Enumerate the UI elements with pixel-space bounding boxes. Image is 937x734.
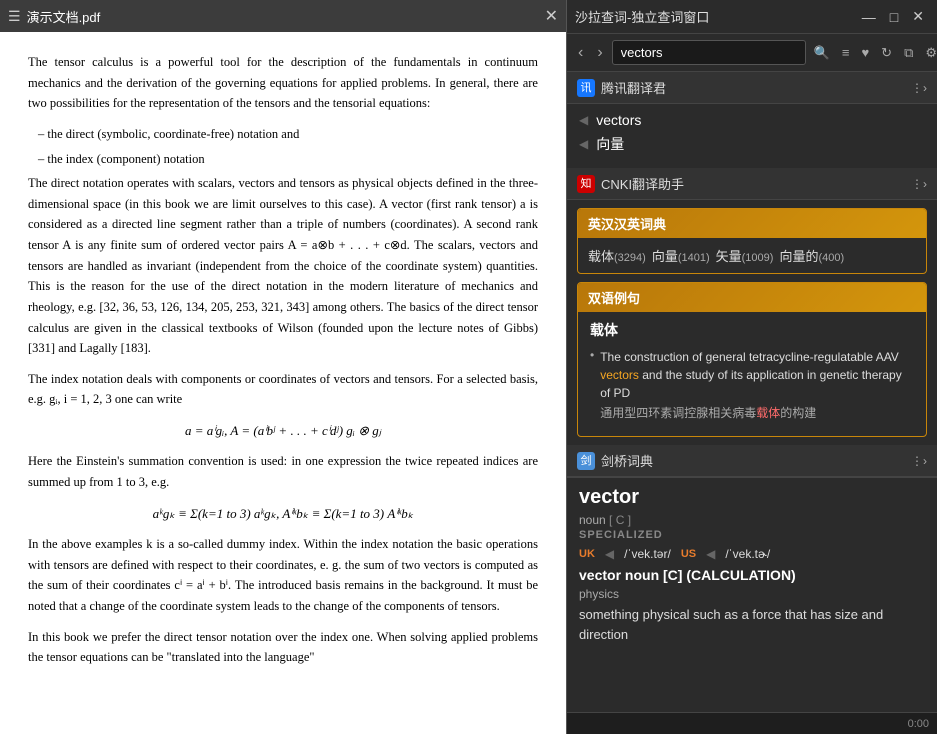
pdf-math-1: a = aⁱgᵢ, A = (aⁱbʲ + . . . + cⁱdʲ) gᵢ ⊗… bbox=[28, 420, 538, 441]
dict-toolbar: ‹ › 🔍 ≡ ♥ ↻ ⧉ ⚙ bbox=[567, 34, 937, 72]
status-time: 0:00 bbox=[908, 718, 929, 730]
highlight-zaiti: 载体 bbox=[756, 406, 780, 420]
pdf-para-3: The index notation deals with components… bbox=[28, 369, 538, 410]
cambridge-pos: noun [ C ] bbox=[579, 513, 925, 527]
tencent-en-row: ◀ vectors bbox=[579, 112, 925, 128]
bilingual-content: 载体 • The construction of general tetracy… bbox=[578, 312, 926, 436]
dict-panel: 沙拉查词-独立查词窗口 — □ ✕ ‹ › 🔍 ≡ ♥ ↻ ⧉ ⚙ 讯 腾讯翻译… bbox=[567, 0, 937, 734]
pdf-para-1: The tensor calculus is a powerful tool f… bbox=[28, 52, 538, 114]
tencent-section-title: 腾讯翻译君 bbox=[601, 78, 911, 97]
pdf-title: 演示文档.pdf bbox=[27, 7, 539, 26]
bilingual-main-word: 载体 bbox=[590, 320, 914, 340]
tencent-section-header: 讯 腾讯翻译君 ⋮ › bbox=[567, 72, 937, 104]
tencent-en-speaker-icon[interactable]: ◀ bbox=[579, 113, 588, 127]
bilingual-header: 双语例句 bbox=[578, 283, 926, 312]
dict-close-button[interactable]: ✕ bbox=[907, 6, 929, 27]
uk-pron-label: UK bbox=[579, 548, 595, 560]
tencent-en-word: vectors bbox=[596, 112, 641, 128]
menu-icon-btn[interactable]: ≡ bbox=[838, 43, 854, 63]
bullet-icon: • bbox=[590, 348, 594, 422]
cnki-dict-box: 英汉汉英词典 载体(3294) 向量(1401) 矢量(1009) 向量的(40… bbox=[577, 208, 927, 274]
us-pron-label: US bbox=[681, 548, 696, 560]
bilingual-title: 双语例句 bbox=[588, 291, 640, 306]
bilingual-box: 双语例句 载体 • The construction of general te… bbox=[577, 282, 927, 437]
favorite-icon-btn[interactable]: ♥ bbox=[857, 43, 873, 63]
cambridge-word: vector bbox=[579, 486, 925, 509]
cambridge-subject: physics bbox=[579, 587, 925, 601]
pdf-para-5: In the above examples k is a so-called d… bbox=[28, 534, 538, 617]
cnki-entry-xiangliang[interactable]: 向量(1401) bbox=[652, 246, 710, 265]
us-ipa: /ˈvek.tɚ/ bbox=[725, 547, 770, 561]
us-speaker-icon[interactable]: ◀ bbox=[706, 547, 715, 561]
uk-ipa: /ˈvek.tər/ bbox=[624, 547, 671, 561]
pdf-para-6: In this book we prefer the direct tensor… bbox=[28, 627, 538, 668]
highlight-vectors: vectors bbox=[600, 368, 639, 382]
uk-pron-row: UK ◀ /ˈvek.tər/ US ◀ /ˈvek.tɚ/ bbox=[579, 547, 925, 561]
pdf-panel: ☰ 演示文档.pdf ✕ The tensor calculus is a po… bbox=[0, 0, 567, 734]
bilingual-en-text: The construction of general tetracycline… bbox=[600, 348, 914, 402]
pdf-math-2: aᵏgₖ ≡ Σ(k=1 to 3) aᵏgₖ, Aⁱᵏbₖ ≡ Σ(k=1 t… bbox=[28, 503, 538, 524]
cnki-dict-header: 英汉汉英词典 bbox=[578, 209, 926, 238]
cnki-entries: 载体(3294) 向量(1401) 矢量(1009) 向量的(400) bbox=[578, 238, 926, 273]
pdf-item-1: – the direct (symbolic, coordinate-free)… bbox=[28, 124, 538, 145]
cnki-collapse-icon[interactable]: › bbox=[923, 177, 927, 191]
back-button[interactable]: ‹ bbox=[573, 42, 588, 64]
pdf-para-4: Here the Einstein's summation convention… bbox=[28, 451, 538, 492]
copy-icon-btn[interactable]: ⧉ bbox=[900, 43, 917, 63]
cambridge-section: vector noun [ C ] SPECIALIZED UK ◀ /ˈvek… bbox=[567, 477, 937, 652]
uk-speaker-icon[interactable]: ◀ bbox=[605, 547, 614, 561]
dict-scroll-area[interactable]: 讯 腾讯翻译君 ⋮ › ◀ vectors ◀ 向量 知 CNKI翻译助手 ⋮ … bbox=[567, 72, 937, 712]
tencent-expand-icon[interactable]: ⋮ bbox=[911, 81, 923, 95]
settings-icon-btn[interactable]: ⚙ bbox=[921, 43, 937, 63]
pdf-item-2: – the index (component) notation bbox=[28, 149, 538, 170]
status-bar: 0:00 bbox=[567, 712, 937, 734]
pos-label: noun bbox=[579, 513, 606, 527]
cambridge-full-entry: vector noun [C] (CALCULATION) bbox=[579, 567, 925, 583]
cambridge-section-title: 剑桥词典 bbox=[601, 451, 911, 470]
cambridge-section-header: 剑 剑桥词典 ⋮ › bbox=[567, 445, 937, 477]
cnki-entry-zaiti[interactable]: 载体(3294) bbox=[588, 246, 646, 265]
bilingual-item: • The construction of general tetracycli… bbox=[590, 348, 914, 422]
dict-titlebar: 沙拉查词-独立查词窗口 — □ ✕ bbox=[567, 0, 937, 34]
pdf-close-button[interactable]: ✕ bbox=[545, 6, 558, 26]
hamburger-icon[interactable]: ☰ bbox=[8, 8, 21, 25]
tencent-zh-word: 向量 bbox=[596, 134, 624, 154]
tencent-result: ◀ vectors ◀ 向量 bbox=[567, 104, 937, 168]
refresh-icon-btn[interactable]: ↻ bbox=[877, 43, 896, 63]
cnki-entry-shiliang[interactable]: 矢量(1009) bbox=[716, 246, 774, 265]
cambridge-tag: SPECIALIZED bbox=[579, 529, 925, 541]
forward-button[interactable]: › bbox=[592, 42, 607, 64]
tencent-collapse-icon[interactable]: › bbox=[923, 81, 927, 95]
cnki-logo-icon: 知 bbox=[577, 175, 595, 193]
cnki-entry-xiangliangde[interactable]: 向量的(400) bbox=[779, 246, 844, 265]
dict-title: 沙拉查词-独立查词窗口 bbox=[575, 7, 853, 26]
pdf-content: The tensor calculus is a powerful tool f… bbox=[0, 32, 566, 734]
dict-minimize-button[interactable]: — bbox=[857, 7, 881, 27]
cambridge-collapse-icon[interactable]: › bbox=[923, 454, 927, 468]
cnki-section-header: 知 CNKI翻译助手 ⋮ › bbox=[567, 168, 937, 200]
bilingual-zh-text: 通用型四环素调控腺相关病毒载体的构建 bbox=[600, 404, 914, 422]
cambridge-definition: something physical such as a force that … bbox=[579, 605, 925, 644]
tencent-logo-icon: 讯 bbox=[577, 79, 595, 97]
dict-toolbar-icons: 🔍 ≡ ♥ ↻ ⧉ ⚙ bbox=[810, 43, 937, 63]
pdf-titlebar: ☰ 演示文档.pdf ✕ bbox=[0, 0, 566, 32]
cnki-section-title: CNKI翻译助手 bbox=[601, 174, 911, 193]
tencent-zh-row: ◀ 向量 bbox=[579, 134, 925, 154]
pdf-para-2: The direct notation operates with scalar… bbox=[28, 173, 538, 359]
search-icon-btn[interactable]: 🔍 bbox=[810, 43, 834, 63]
cambridge-expand-icon[interactable]: ⋮ bbox=[911, 454, 923, 468]
tencent-zh-speaker-icon[interactable]: ◀ bbox=[579, 137, 588, 151]
pos-bracket: [ C ] bbox=[609, 513, 631, 527]
dict-maximize-button[interactable]: □ bbox=[885, 7, 903, 27]
search-input[interactable] bbox=[612, 40, 806, 65]
cambridge-logo-icon: 剑 bbox=[577, 452, 595, 470]
cnki-expand-icon[interactable]: ⋮ bbox=[911, 177, 923, 191]
